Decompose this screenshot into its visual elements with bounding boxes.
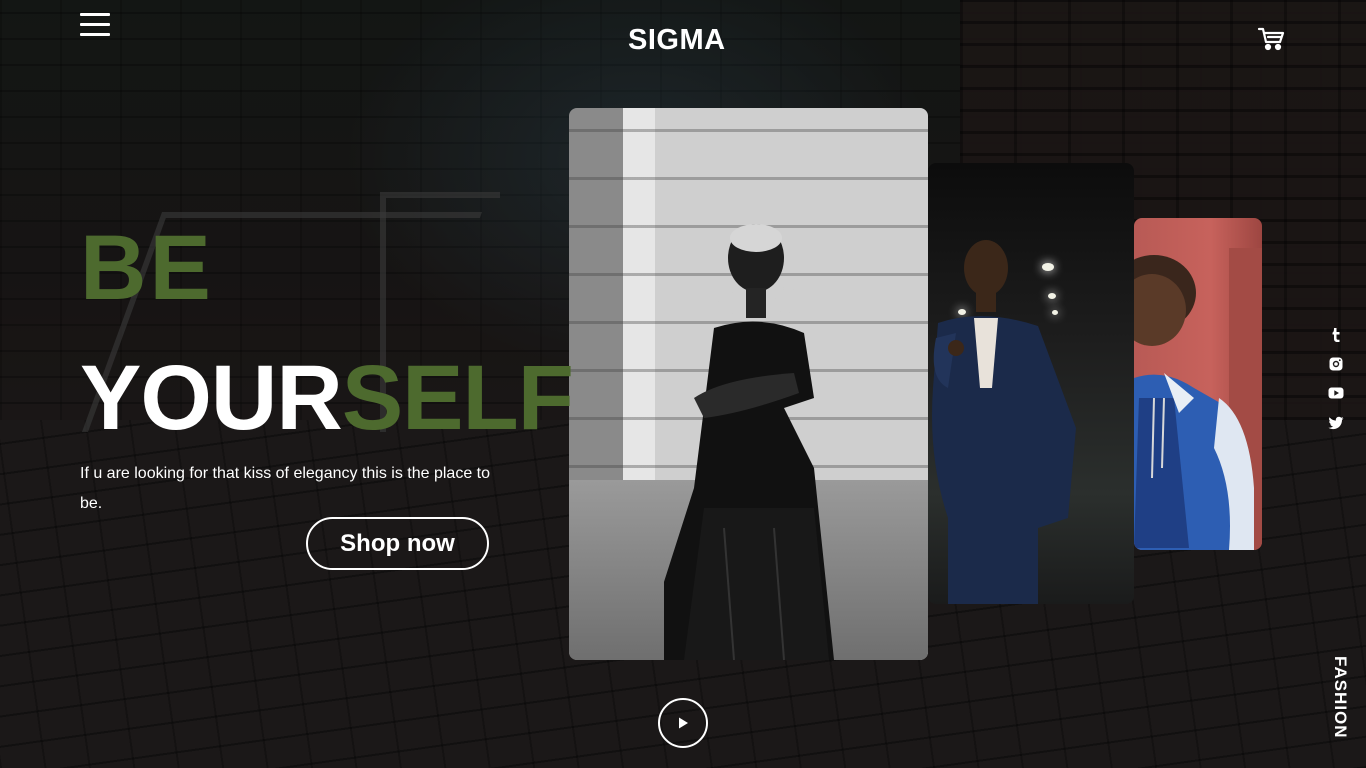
gallery-card-woman-red-wall[interactable] <box>1134 218 1262 550</box>
shop-now-button[interactable]: Shop now <box>306 517 489 570</box>
headline-your: YOUR <box>80 347 343 449</box>
hamburger-menu-icon[interactable] <box>80 13 110 39</box>
headline-self: SELF <box>341 347 574 449</box>
man-in-suit-photo <box>932 240 1076 604</box>
hero-tagline: If u are looking for that kiss of elegan… <box>80 465 490 512</box>
youtube-icon[interactable] <box>1326 383 1346 403</box>
play-icon[interactable] <box>658 698 708 748</box>
cart-icon[interactable] <box>1257 26 1285 52</box>
headline-yourself: YOURSELF <box>80 352 574 444</box>
woman-black-dress-photo <box>664 224 834 660</box>
woman-smiling-photo <box>1134 248 1262 550</box>
headline-be: BE <box>80 217 214 319</box>
gallery-card-woman-bw[interactable] <box>569 108 928 660</box>
gallery-card-man-suit[interactable] <box>928 163 1134 604</box>
site-logo[interactable]: SIGMA <box>628 24 726 57</box>
side-label-fashion: FASHION <box>1331 656 1350 739</box>
tumblr-icon[interactable] <box>1326 325 1346 345</box>
twitter-icon[interactable] <box>1326 413 1346 433</box>
instagram-icon[interactable] <box>1326 354 1346 374</box>
